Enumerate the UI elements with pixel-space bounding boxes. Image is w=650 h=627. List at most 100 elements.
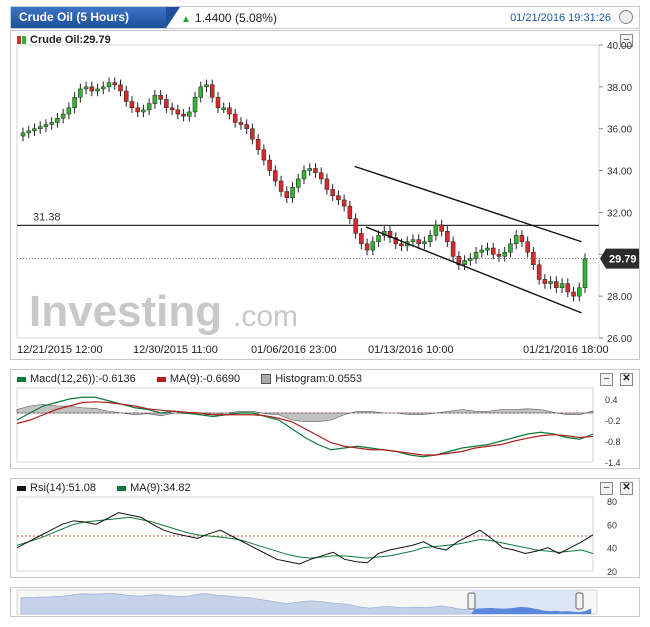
candle: [559, 283, 565, 289]
candle: [462, 260, 467, 265]
y-tick-label: 40.00: [607, 41, 632, 52]
rsi-panel: Rsi(14):51.08 MA(9):34.82 – ✕ 80 60 40 20: [10, 478, 640, 578]
candle: [181, 113, 186, 117]
candle: [60, 113, 66, 119]
chart-header: Crude Oil (5 Hours) ▲ 1.4400 (5.08%) 01/2…: [10, 6, 640, 29]
candle: [427, 235, 433, 242]
candle: [278, 180, 284, 192]
candle: [370, 241, 376, 251]
instrument-tab[interactable]: Crude Oil (5 Hours): [11, 7, 180, 28]
up-arrow-icon: ▲: [181, 14, 191, 25]
candle: [330, 189, 335, 196]
rsi-plot-area: [16, 496, 594, 572]
candle: [318, 172, 324, 180]
candle: [152, 94, 158, 104]
candle: [20, 132, 26, 137]
y-tick-label: 36.00: [607, 125, 632, 136]
candle: [255, 138, 261, 150]
candle: [336, 195, 341, 201]
navigator-panel[interactable]: [10, 587, 640, 617]
candle: [95, 88, 100, 92]
candle: [347, 205, 353, 219]
candle: [221, 107, 226, 111]
candle: [554, 281, 559, 289]
candle: [525, 241, 530, 253]
candle: [158, 94, 163, 100]
candle: [445, 231, 450, 242]
candle: [502, 251, 507, 257]
candle: [422, 241, 427, 245]
macd-chart: 0.4 -0.2 -0.8 -1.4: [16, 387, 621, 468]
candle: [548, 281, 553, 284]
candle: [43, 124, 49, 127]
candle: [296, 178, 301, 188]
x-tick-label: 01/13/2016 10:00: [368, 344, 454, 356]
price-chart: Investing.com40.0038.0036.0034.0032.0030…: [16, 41, 639, 356]
candle: [376, 235, 381, 242]
candle: [244, 124, 249, 129]
candle: [106, 82, 112, 88]
candle: [146, 103, 152, 111]
candle: [450, 241, 456, 257]
y-tick-label: 38.00: [607, 83, 632, 94]
candle: [473, 251, 479, 259]
candle: [37, 126, 43, 129]
candle: [250, 128, 255, 140]
candle: [112, 82, 118, 86]
macd-panel: Macd(12,26)):-0.6136 MA(9):-0.6690 Histo…: [10, 369, 640, 469]
candle: [204, 84, 209, 88]
candle: [513, 235, 519, 245]
candle: [490, 247, 496, 255]
navigator-chart[interactable]: [11, 588, 639, 616]
x-tick-label: 01/06/2016 23:00: [251, 344, 337, 356]
x-tick-label: 12/21/2015 12:00: [17, 344, 103, 356]
y-tick-label: 32.00: [607, 208, 632, 219]
y-tick-label: 34.00: [607, 167, 632, 178]
candle: [341, 199, 347, 207]
candle: [169, 107, 175, 111]
candle: [531, 251, 536, 265]
candle: [26, 130, 31, 134]
candle: [261, 149, 267, 161]
candle: [215, 97, 221, 109]
price-change-value: 1.4400 (5.08%): [194, 11, 277, 25]
candle: [227, 107, 232, 115]
navigator-right-handle[interactable]: [575, 592, 584, 610]
macd-y-tick-label: -0.8: [605, 437, 621, 447]
x-tick-label: 12/30/2015 11:00: [133, 344, 218, 356]
candle: [209, 84, 215, 98]
macd-y-tick-label: -1.4: [605, 458, 621, 468]
candle: [175, 109, 181, 115]
candle: [290, 187, 295, 199]
x-tick-label: 01/21/2016 18:00: [523, 344, 609, 356]
investing-watermark-suffix: .com: [233, 300, 298, 333]
candle: [307, 168, 312, 171]
candle: [273, 170, 278, 182]
candle: [118, 84, 123, 92]
candle: [78, 88, 83, 98]
candle: [508, 243, 513, 253]
rsi-y-tick-label: 40: [607, 544, 617, 554]
candle: [485, 247, 490, 251]
candle: [353, 218, 358, 234]
candle: [571, 291, 576, 297]
investing-watermark: Investing: [29, 287, 222, 336]
candle: [232, 113, 238, 123]
candle: [198, 86, 204, 98]
rsi-chart: 80 60 40 20: [16, 496, 617, 577]
candle: [55, 118, 60, 123]
candle: [49, 122, 54, 125]
candle: [89, 86, 95, 92]
price-badge-label: 29.79: [609, 254, 637, 266]
candle: [141, 109, 146, 113]
navigator-left-handle[interactable]: [467, 592, 476, 610]
timestamp: 01/21/2016 19:31:26: [510, 12, 611, 24]
candle: [536, 264, 542, 280]
candle: [496, 254, 502, 257]
candle: [433, 224, 439, 236]
candle: [192, 97, 198, 113]
candle: [577, 287, 582, 297]
level-label: 31.38: [33, 211, 61, 223]
candle: [542, 279, 548, 284]
candle: [66, 107, 72, 115]
